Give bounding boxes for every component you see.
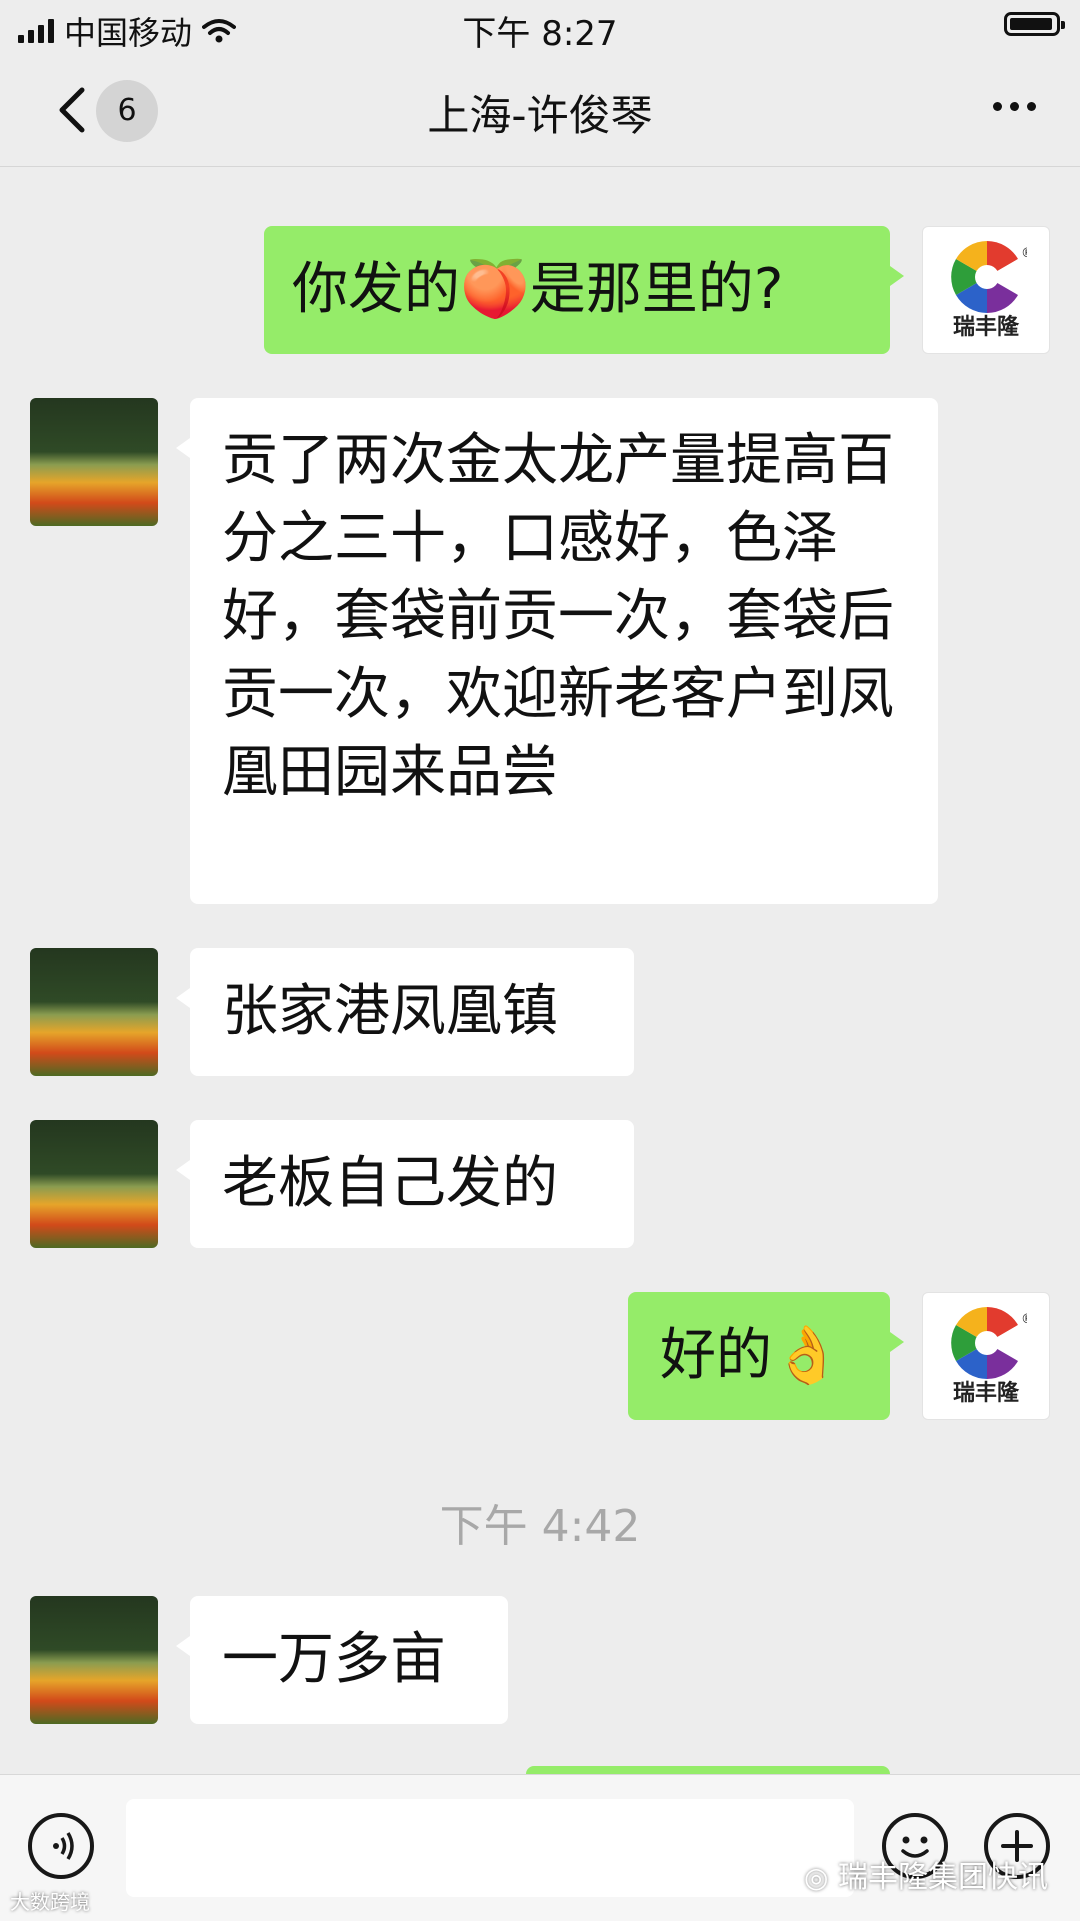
brand-logo-icon: ®	[951, 1307, 1027, 1379]
watermark: ◎ 瑞丰隆集团快讯	[804, 1852, 1048, 1896]
registered-mark: ®	[1021, 1312, 1027, 1327]
message-bubble-incoming[interactable]: 贡了两次金太龙产量提高百分之三十，口感好，色泽好，套袋前贡一次，套袋后贡一次，欢…	[176, 398, 938, 904]
watermark-small: 大数跨境	[10, 1890, 90, 1914]
avatar-contact[interactable]	[30, 398, 158, 526]
voice-icon	[53, 1832, 74, 1860]
registered-mark: ®	[1021, 246, 1027, 261]
voice-input-button[interactable]	[28, 1813, 94, 1879]
message-text: 张家港凤凰镇	[222, 979, 558, 1044]
message-text: 老板自己发的	[222, 1151, 558, 1216]
brand-name: 瑞丰隆	[952, 1380, 1019, 1406]
chat-header: 6 上海-许俊琴	[0, 54, 1080, 167]
message-bubble-outgoing[interactable]: 好的👌	[628, 1292, 904, 1420]
message-bubble-outgoing[interactable]: 你发的🍑是那里的?	[264, 226, 904, 354]
message-input[interactable]	[126, 1799, 854, 1897]
wechat-icon: ◎	[804, 1861, 829, 1894]
chat-title: 上海-许俊琴	[427, 91, 653, 140]
message-bubble-incoming[interactable]: 张家港凤凰镇	[176, 948, 634, 1076]
watermark-text: 瑞丰隆集团快讯	[838, 1860, 1048, 1895]
battery-icon	[1004, 12, 1065, 36]
message-text: 你发的🍑是那里的?	[292, 257, 784, 322]
status-bar: 中国移动 下午 8:27	[0, 0, 1080, 54]
more-options-icon[interactable]	[993, 102, 1036, 111]
message-bubble-incoming[interactable]: 一万多亩	[176, 1596, 508, 1724]
avatar-self[interactable]: ® 瑞丰隆	[922, 1292, 1050, 1420]
avatar-contact[interactable]	[30, 1120, 158, 1248]
message-bubble-incoming[interactable]: 老板自己发的	[176, 1120, 634, 1248]
avatar-self[interactable]: ® 瑞丰隆	[922, 226, 1050, 354]
message-text: 好的👌	[660, 1323, 842, 1388]
brand-name: 瑞丰隆	[952, 314, 1019, 340]
time-separator: 下午 4:42	[439, 1501, 641, 1552]
avatar-contact[interactable]	[30, 948, 158, 1076]
message-text: 一万多亩	[222, 1627, 446, 1692]
input-bar	[0, 1774, 1080, 1921]
brand-logo-icon: ®	[951, 241, 1027, 313]
status-time: 下午 8:27	[462, 14, 618, 54]
message-text: 贡了两次金太龙产量提高百分之三十，口感好，色泽好，套袋前贡一次，套袋后贡一次，欢…	[222, 428, 894, 805]
avatar-contact[interactable]	[30, 1596, 158, 1724]
